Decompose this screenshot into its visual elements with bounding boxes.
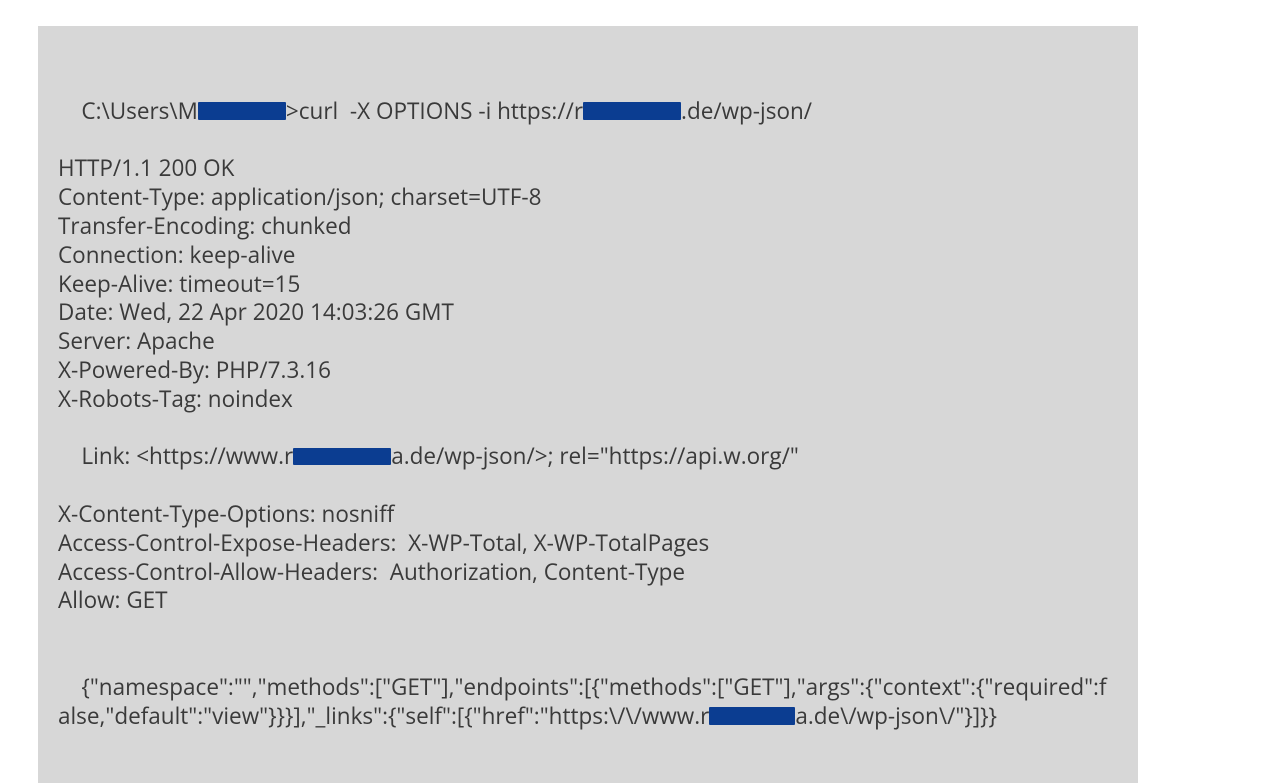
header-allow: Allow: GET <box>58 586 1118 615</box>
header-connection: Connection: keep-alive <box>58 241 1118 270</box>
header-transfer-encoding: Transfer-Encoding: chunked <box>58 212 1118 241</box>
link-suffix: .de/wp-json/>; rel="https://api.w.org/" <box>404 440 799 471</box>
header-link: Link: <https://www.r a.de/wp-json/>; rel=… <box>58 414 1118 500</box>
curl-command-part1: >curl -X OPTIONS -i https:// <box>286 95 574 126</box>
redacted-body-trail: a <box>795 700 808 731</box>
curl-command-suffix: .de/wp-json/ <box>681 95 812 126</box>
header-ac-allow: Access-Control-Allow-Headers: Authorizat… <box>58 558 1118 587</box>
redacted-username-initial: M <box>178 95 198 126</box>
header-ac-expose: Access-Control-Expose-Headers: X-WP-Tota… <box>58 529 1118 558</box>
redacted-block <box>583 102 681 120</box>
redacted-link-trail: a <box>391 440 404 471</box>
redacted-block <box>198 102 286 120</box>
header-x-content-type-options: X-Content-Type-Options: nosniff <box>58 500 1118 529</box>
header-keep-alive: Keep-Alive: timeout=15 <box>58 270 1118 299</box>
prompt-path-prefix: C:\Users\ <box>81 95 177 126</box>
header-x-powered-by: X-Powered-By: PHP/7.3.16 <box>58 356 1118 385</box>
redacted-link-initial: r <box>284 440 293 471</box>
json-body-part2: .de\/wp-json\/"}]}} <box>808 700 997 731</box>
command-line: C:\Users\M >curl -X OPTIONS -i https://r.… <box>58 68 1118 154</box>
terminal-output: C:\Users\M>curl -X OPTIONS -i https://r.… <box>38 26 1138 783</box>
redacted-block <box>293 448 391 466</box>
header-date: Date: Wed, 22 Apr 2020 14:03:26 GMT <box>58 298 1118 327</box>
link-prefix: Link: <https://www. <box>81 440 284 471</box>
header-content-type: Content-Type: application/json; charset=… <box>58 183 1118 212</box>
redacted-body-initial: r <box>700 700 709 731</box>
response-body: {"namespace":"","methods":["GET"],"endpo… <box>58 644 1118 759</box>
header-x-robots-tag: X-Robots-Tag: noindex <box>58 385 1118 414</box>
redacted-block <box>709 707 795 725</box>
blank-line <box>58 615 1118 644</box>
header-server: Server: Apache <box>58 327 1118 356</box>
redacted-host-initial: r <box>574 95 583 126</box>
http-status-line: HTTP/1.1 200 OK <box>58 154 1118 183</box>
